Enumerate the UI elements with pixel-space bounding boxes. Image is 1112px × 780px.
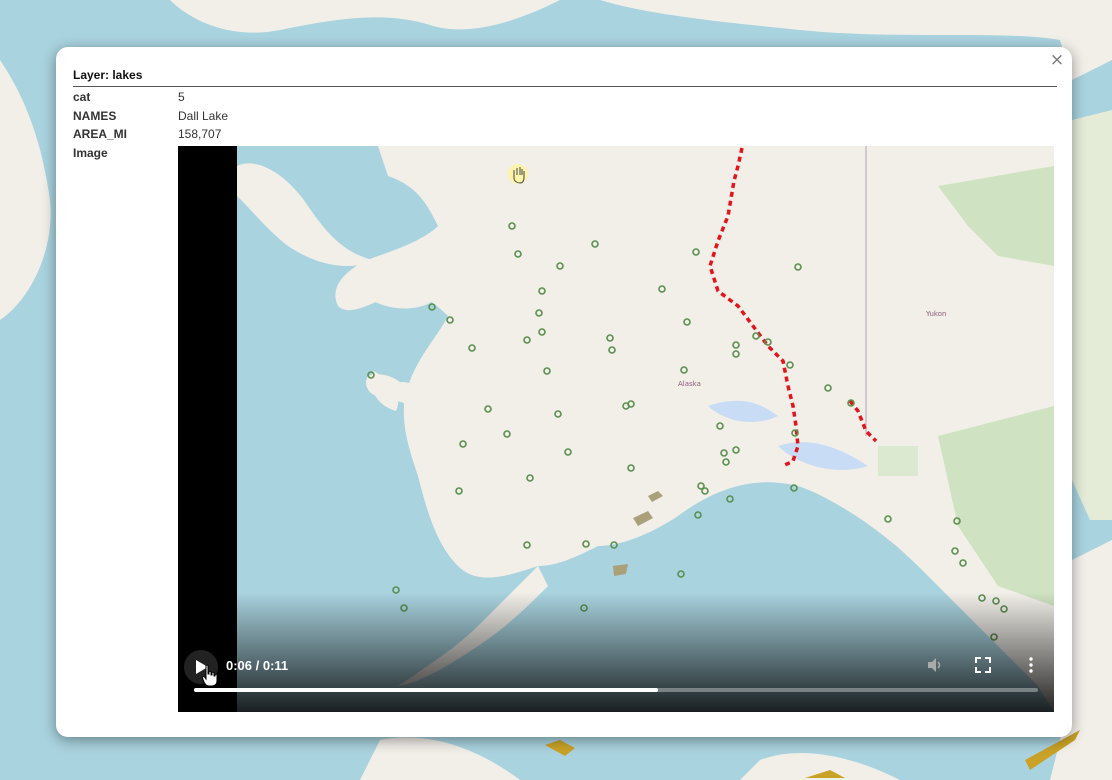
close-popup-button[interactable]: × bbox=[1048, 51, 1066, 69]
feature-info-popup: × Layer: lakes cat 5 NAMES Dall Lake ARE… bbox=[56, 47, 1072, 737]
progress-bar[interactable] bbox=[194, 688, 1038, 692]
attribute-key: cat bbox=[73, 90, 91, 104]
attribute-value: Dall Lake bbox=[178, 109, 229, 123]
map-label-alaska: Alaska bbox=[678, 380, 701, 388]
progress-fill bbox=[194, 688, 659, 692]
hand-cursor-icon bbox=[508, 164, 528, 184]
attribute-key: NAMES bbox=[73, 109, 117, 123]
attribute-key: Image bbox=[73, 146, 108, 160]
attribute-key: AREA_MI bbox=[73, 127, 128, 141]
fullscreen-icon[interactable] bbox=[974, 656, 992, 674]
attribute-value: 158,707 bbox=[178, 127, 222, 141]
volume-icon[interactable] bbox=[926, 656, 944, 674]
more-options-icon[interactable] bbox=[1022, 656, 1040, 674]
time-display: 0:06 / 0:11 bbox=[226, 658, 289, 673]
attribute-value: 5 bbox=[178, 90, 185, 104]
layer-title: Layer: lakes bbox=[73, 68, 1057, 87]
hand-pointer-cursor-icon bbox=[202, 664, 218, 687]
controls-gradient bbox=[178, 592, 1054, 712]
map-label-yukon: Yukon bbox=[925, 310, 946, 318]
video-player[interactable]: Alaska Yukon 0:06 / 0:11 bbox=[178, 146, 1054, 712]
